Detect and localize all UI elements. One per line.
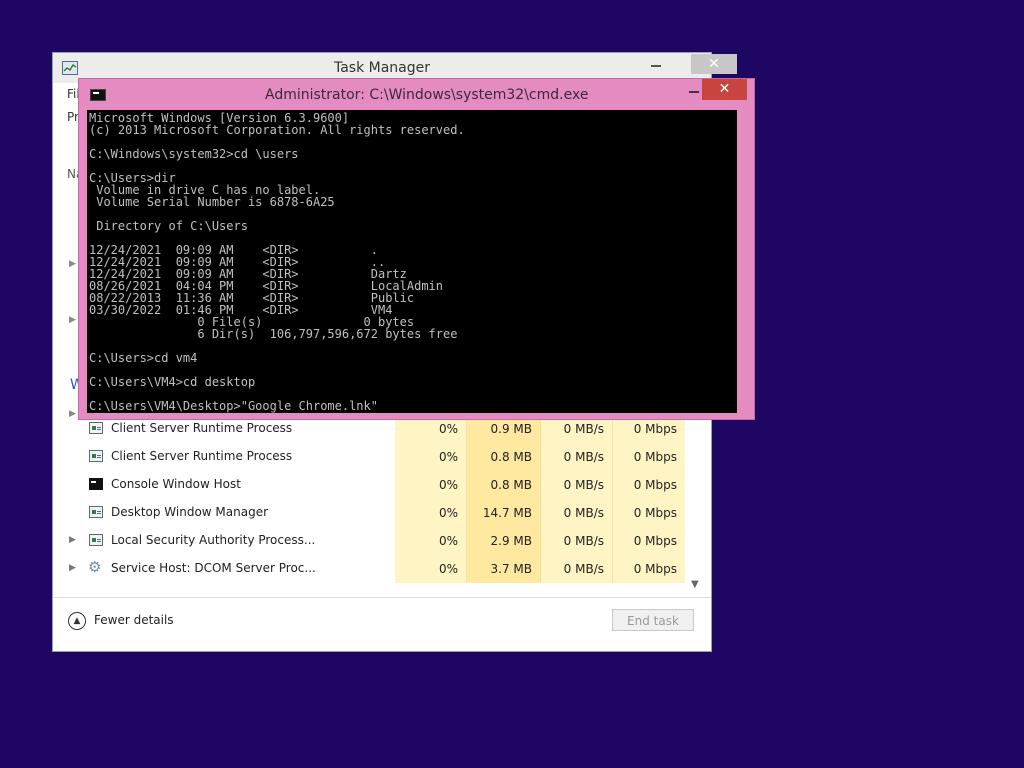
process-name: Client Server Runtime Process <box>111 449 293 463</box>
console-text: Microsoft Windows [Version 6.3.9600] (c)… <box>89 111 465 413</box>
console-icon <box>89 478 103 490</box>
table-row[interactable]: ▶ Local Security Authority Process... 0%… <box>53 527 697 555</box>
table-row[interactable]: Client Server Runtime Process 0% 0.8 MB … <box>53 443 697 471</box>
gear-icon: ⚙ <box>88 558 102 576</box>
process-window-icon <box>89 506 103 518</box>
console-output[interactable]: Microsoft Windows [Version 6.3.9600] (c)… <box>87 110 737 413</box>
network-cell: 0 Mbps <box>613 499 685 527</box>
scroll-down-arrow[interactable]: ▼ <box>691 579 699 590</box>
minimize-button[interactable] <box>689 91 699 93</box>
end-task-button[interactable]: End task <box>612 609 694 631</box>
memory-cell: 0.8 MB <box>467 443 541 471</box>
cpu-cell: 0% <box>395 471 467 499</box>
process-window-icon <box>89 422 103 434</box>
disk-cell: 0 MB/s <box>541 527 613 555</box>
process-name: Service Host: DCOM Server Proc... <box>111 561 316 575</box>
memory-cell: 0.8 MB <box>467 471 541 499</box>
disk-cell: 0 MB/s <box>541 471 613 499</box>
chevron-right-icon[interactable]: ▶ <box>69 315 76 325</box>
network-cell: 0 Mbps <box>613 443 685 471</box>
process-name: Console Window Host <box>111 477 241 491</box>
cmd-window: Administrator: C:\Windows\system32\cmd.e… <box>78 78 755 420</box>
disk-cell: 0 MB/s <box>541 555 613 583</box>
fewer-details-label: Fewer details <box>94 613 174 627</box>
chevron-right-icon[interactable]: ▶ <box>69 259 76 269</box>
cpu-cell: 0% <box>395 527 467 555</box>
table-row[interactable]: Desktop Window Manager 0% 14.7 MB 0 MB/s… <box>53 499 697 527</box>
network-cell: 0 Mbps <box>613 527 685 555</box>
cmd-icon[interactable] <box>90 89 106 101</box>
table-row[interactable]: Console Window Host 0% 0.8 MB 0 MB/s 0 M… <box>53 471 697 499</box>
close-button[interactable]: ✕ <box>702 79 747 100</box>
memory-cell: 2.9 MB <box>467 527 541 555</box>
cpu-cell: 0% <box>395 555 467 583</box>
process-window-icon <box>89 450 103 462</box>
minimize-button[interactable] <box>651 65 661 67</box>
chevron-right-icon[interactable]: ▶ <box>69 563 76 573</box>
close-button[interactable]: ✕ <box>691 54 737 74</box>
table-row[interactable]: ▶ ⚙ Service Host: DCOM Server Proc... 0%… <box>53 555 697 583</box>
process-window-icon <box>89 534 103 546</box>
process-list: Client Server Runtime Process 0% 0.9 MB … <box>53 415 697 597</box>
chevron-right-icon[interactable]: ▶ <box>69 535 76 545</box>
process-name: Client Server Runtime Process <box>111 421 293 435</box>
task-manager-footer: ▲ Fewer details End task <box>53 597 711 654</box>
task-manager-title: Task Manager <box>333 60 431 76</box>
process-name: Local Security Authority Process... <box>111 533 316 547</box>
disk-cell: 0 MB/s <box>541 443 613 471</box>
cmd-title: Administrator: C:\Windows\system32\cmd.e… <box>265 87 589 103</box>
cpu-cell: 0% <box>395 499 467 527</box>
cpu-cell: 0% <box>395 443 467 471</box>
network-cell: 0 Mbps <box>613 471 685 499</box>
memory-cell: 3.7 MB <box>467 555 541 583</box>
memory-cell: 14.7 MB <box>467 499 541 527</box>
chevron-up-icon: ▲ <box>68 612 86 630</box>
network-cell: 0 Mbps <box>613 555 685 583</box>
disk-cell: 0 MB/s <box>541 499 613 527</box>
process-name: Desktop Window Manager <box>111 505 269 519</box>
